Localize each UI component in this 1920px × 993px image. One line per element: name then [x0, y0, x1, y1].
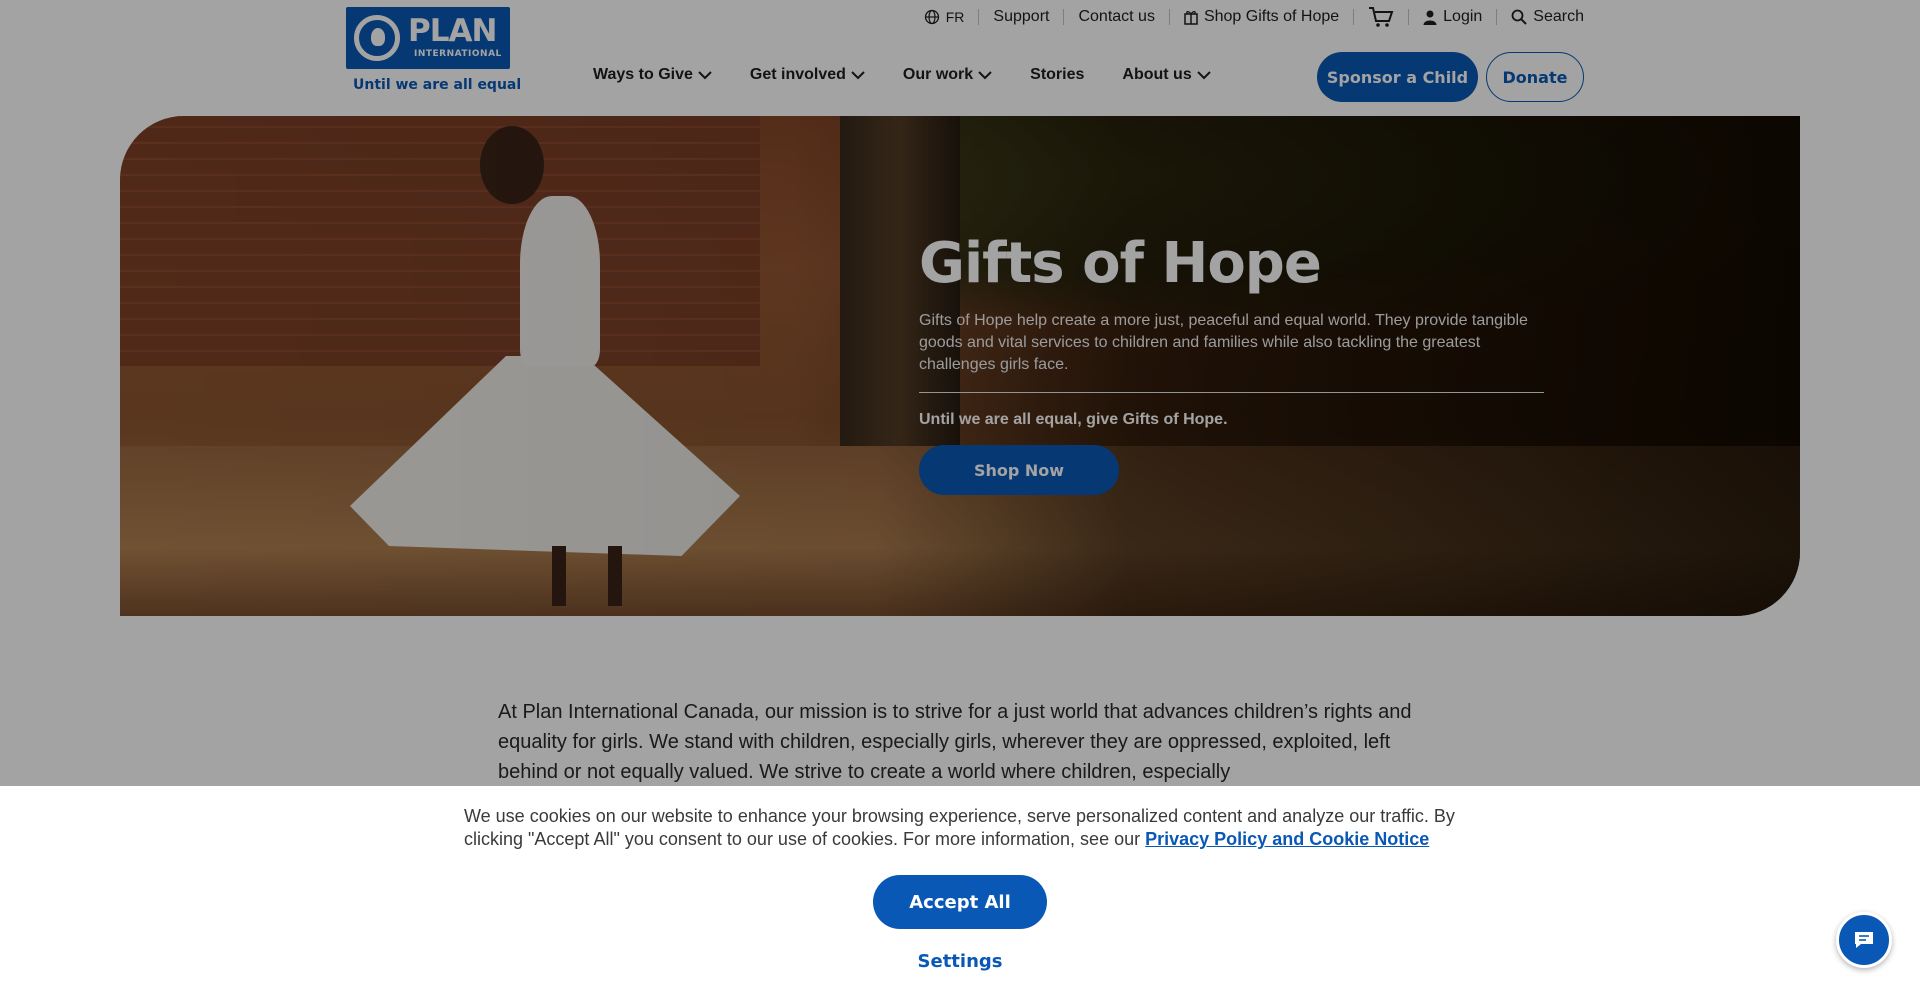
- cookie-settings-button[interactable]: Settings: [880, 946, 1040, 976]
- cookie-message: We use cookies on our website to enhance…: [464, 805, 1474, 851]
- cookie-banner: We use cookies on our website to enhance…: [0, 786, 1920, 993]
- accept-all-button[interactable]: Accept All: [873, 875, 1047, 929]
- chat-button[interactable]: [1836, 912, 1892, 968]
- chat-icon: [1855, 932, 1873, 948]
- privacy-policy-link[interactable]: Privacy Policy and Cookie Notice: [1145, 829, 1429, 849]
- cookie-backdrop: [0, 0, 1920, 786]
